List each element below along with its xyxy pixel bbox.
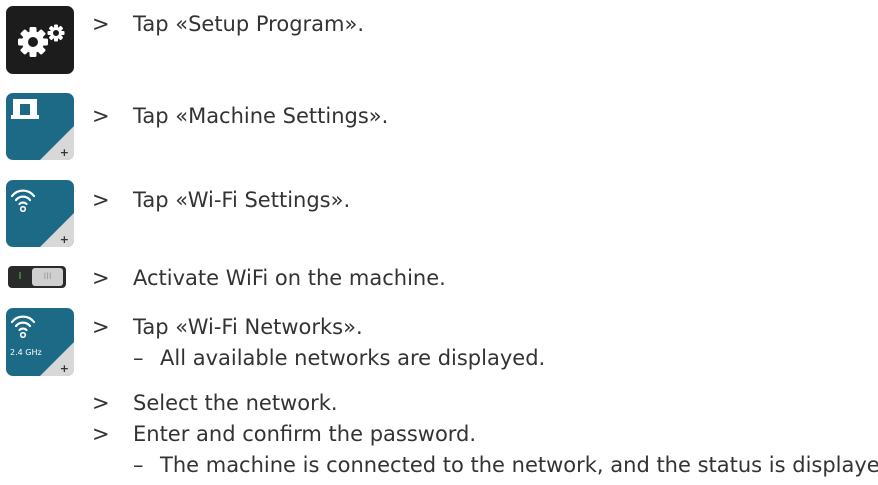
wifi-settings-button[interactable]: + <box>6 180 74 247</box>
result-marker: – <box>133 453 144 477</box>
plus-icon: + <box>59 233 69 246</box>
step-text: Tap «Machine Settings». <box>133 104 389 128</box>
setup-program-button[interactable] <box>6 6 74 74</box>
wifi-toggle-switch[interactable]: I III <box>8 266 66 288</box>
plus-icon: + <box>59 146 69 159</box>
step-text: Tap «Setup Program». <box>133 12 364 36</box>
toggle-knob: III <box>32 268 63 286</box>
step-marker: > <box>92 391 110 415</box>
frequency-label: 2.4 GHz <box>10 348 42 357</box>
step-marker: > <box>92 104 110 128</box>
step-marker: > <box>92 315 110 339</box>
result-marker: – <box>133 346 144 370</box>
step-marker: > <box>92 422 110 446</box>
step-text: Activate WiFi on the machine. <box>133 266 446 290</box>
result-text: The machine is connected to the network,… <box>160 453 878 477</box>
step-text: Tap «Wi-Fi Networks». <box>133 315 363 339</box>
wifi-networks-button[interactable]: 2.4 GHz + <box>6 308 74 376</box>
machine-settings-button[interactable]: + <box>6 93 74 160</box>
step-marker: > <box>92 12 110 36</box>
gear-icon <box>18 24 65 57</box>
result-text: All available networks are displayed. <box>160 346 546 370</box>
toggle-on-label: I <box>18 271 22 282</box>
plus-icon: + <box>59 362 69 375</box>
step-text: Enter and confirm the password. <box>133 422 477 446</box>
step-marker: > <box>92 188 110 212</box>
step-text: Select the network. <box>133 391 338 415</box>
step-text: Tap «Wi-Fi Settings». <box>133 188 351 212</box>
step-marker: > <box>92 266 110 290</box>
